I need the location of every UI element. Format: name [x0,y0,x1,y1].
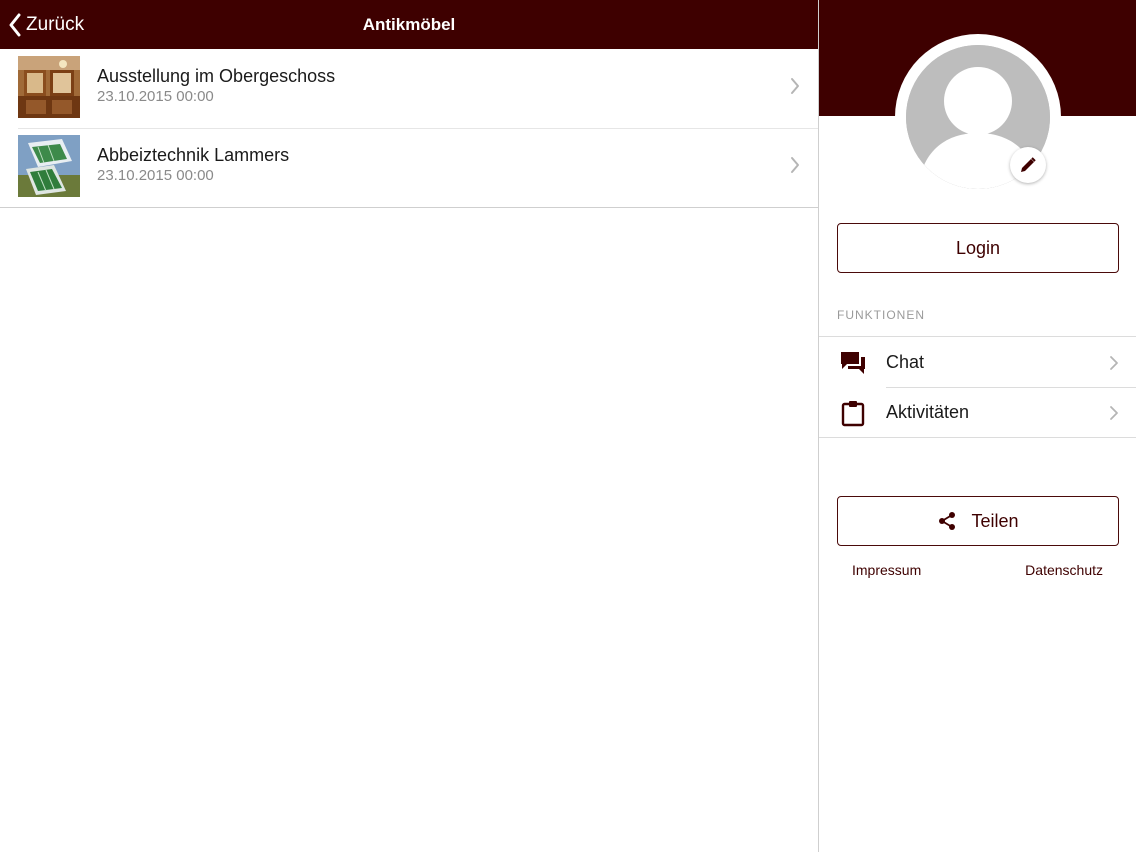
list-item-text: Ausstellung im Obergeschoss 23.10.2015 0… [97,65,335,107]
page-title: Antikmöbel [362,15,456,34]
function-item-aktivitaeten[interactable]: Aktivitäten [819,387,1136,437]
section-label: FUNKTIONEN [837,308,925,322]
list-item[interactable]: Abbeiztechnik Lammers 23.10.2015 00:00 [0,128,818,207]
impressum-link[interactable]: Impressum [852,562,921,578]
list-item-title: Abbeiztechnik Lammers [97,145,290,165]
list-item-date: 23.10.2015 00:00 [97,88,214,105]
function-item-chat[interactable]: Chat [819,337,1136,387]
datenschutz-link[interactable]: Datenschutz [1025,562,1103,578]
thumbnail-image [18,56,80,118]
list-item[interactable]: Ausstellung im Obergeschoss 23.10.2015 0… [0,49,818,128]
event-list: Ausstellung im Obergeschoss 23.10.2015 0… [0,49,818,208]
edit-avatar-button[interactable] [1010,147,1046,183]
list-item-date: 23.10.2015 00:00 [97,167,214,184]
share-button[interactable]: Teilen [837,496,1119,546]
function-label: Aktivitäten [886,401,970,422]
share-icon [939,512,956,530]
sidebar: Login FUNKTIONEN Chat Aktivitäten Teilen… [818,0,1136,852]
pencil-icon [1021,157,1036,172]
chevron-right-icon [1110,406,1118,420]
share-label: Teilen [971,510,1019,531]
thumbnail-image [18,135,80,197]
chevron-right-icon [1110,356,1118,370]
functions-list: Chat Aktivitäten [819,336,1136,438]
login-button[interactable]: Login [837,223,1119,273]
clipboard-icon [841,401,865,427]
function-label: Chat [886,351,925,372]
chat-icon [841,352,865,374]
chevron-right-icon [791,157,799,173]
navbar: Zurück Antikmöbel [0,0,818,49]
main-panel: Zurück Antikmöbel Ausstellung im Oberges… [0,0,818,852]
chevron-right-icon [791,78,799,94]
list-item-text: Abbeiztechnik Lammers 23.10.2015 00:00 [97,144,289,186]
list-item-title: Ausstellung im Obergeschoss [97,66,336,86]
